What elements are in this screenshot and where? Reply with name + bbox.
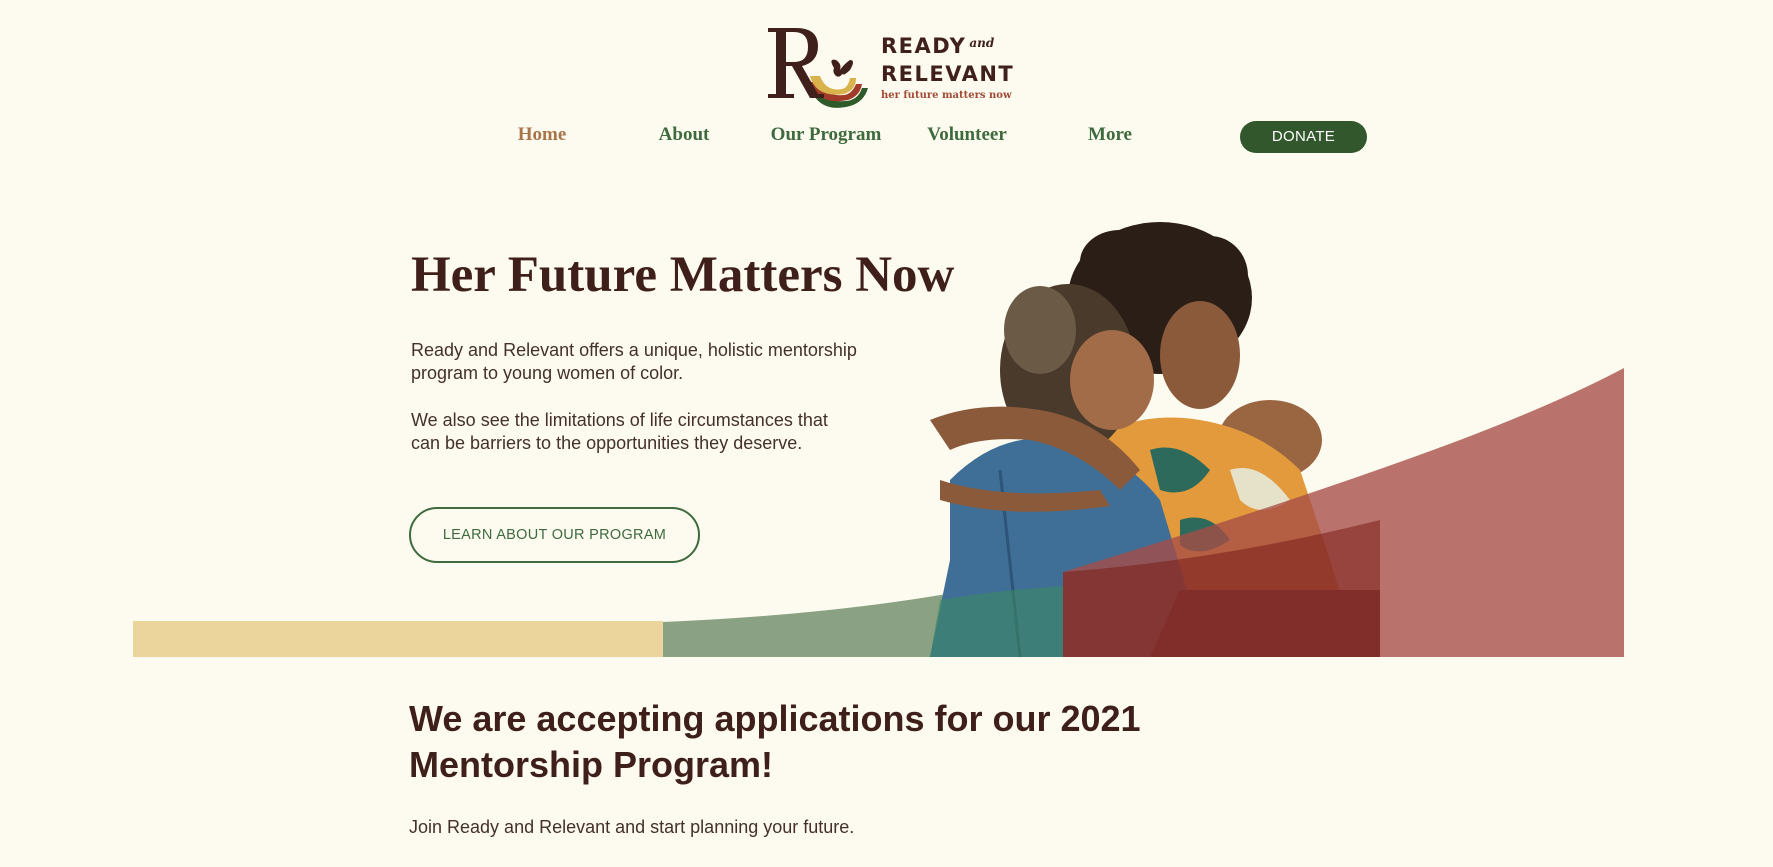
band-yellow [133, 621, 663, 657]
brand-logo[interactable]: READY and RELEVANT her future matters now [764, 22, 1024, 114]
nav-our-program[interactable]: Our Program [756, 124, 896, 146]
band-green [663, 586, 1063, 657]
nav-volunteer[interactable]: Volunteer [897, 124, 1037, 146]
donate-button[interactable]: DONATE [1240, 121, 1367, 153]
main-nav: Home About Our Program Volunteer More [0, 124, 1773, 150]
hero-paragraph-1: Ready and Relevant offers a unique, holi… [411, 340, 857, 383]
logo-and: and [969, 36, 995, 50]
page: READY and RELEVANT her future matters now… [0, 0, 1773, 867]
hero-paragraph-2: We also see the limitations of life circ… [411, 410, 828, 453]
logo-wordmark: READY and RELEVANT her future matters now [881, 34, 1014, 101]
applications-heading: We are accepting applications for our 20… [409, 698, 1141, 785]
logo-line-ready: READY and [881, 34, 995, 58]
band-green-overlay [930, 586, 1063, 657]
learn-program-button[interactable]: LEARN ABOUT OUR PROGRAM [409, 507, 700, 563]
nav-about[interactable]: About [614, 124, 754, 146]
logo-r-butterfly-icon [768, 28, 868, 108]
logo-line-relevant: RELEVANT [881, 62, 1015, 86]
band-red [1063, 368, 1624, 657]
logo-tagline: her future matters now [881, 90, 1012, 101]
hero-photo [930, 222, 1380, 658]
nav-home[interactable]: Home [472, 124, 612, 146]
hero-title: Her Future Matters Now [411, 247, 955, 303]
nav-more[interactable]: More [1040, 124, 1180, 146]
applications-subtitle: Join Ready and Relevant and start planni… [409, 817, 855, 837]
